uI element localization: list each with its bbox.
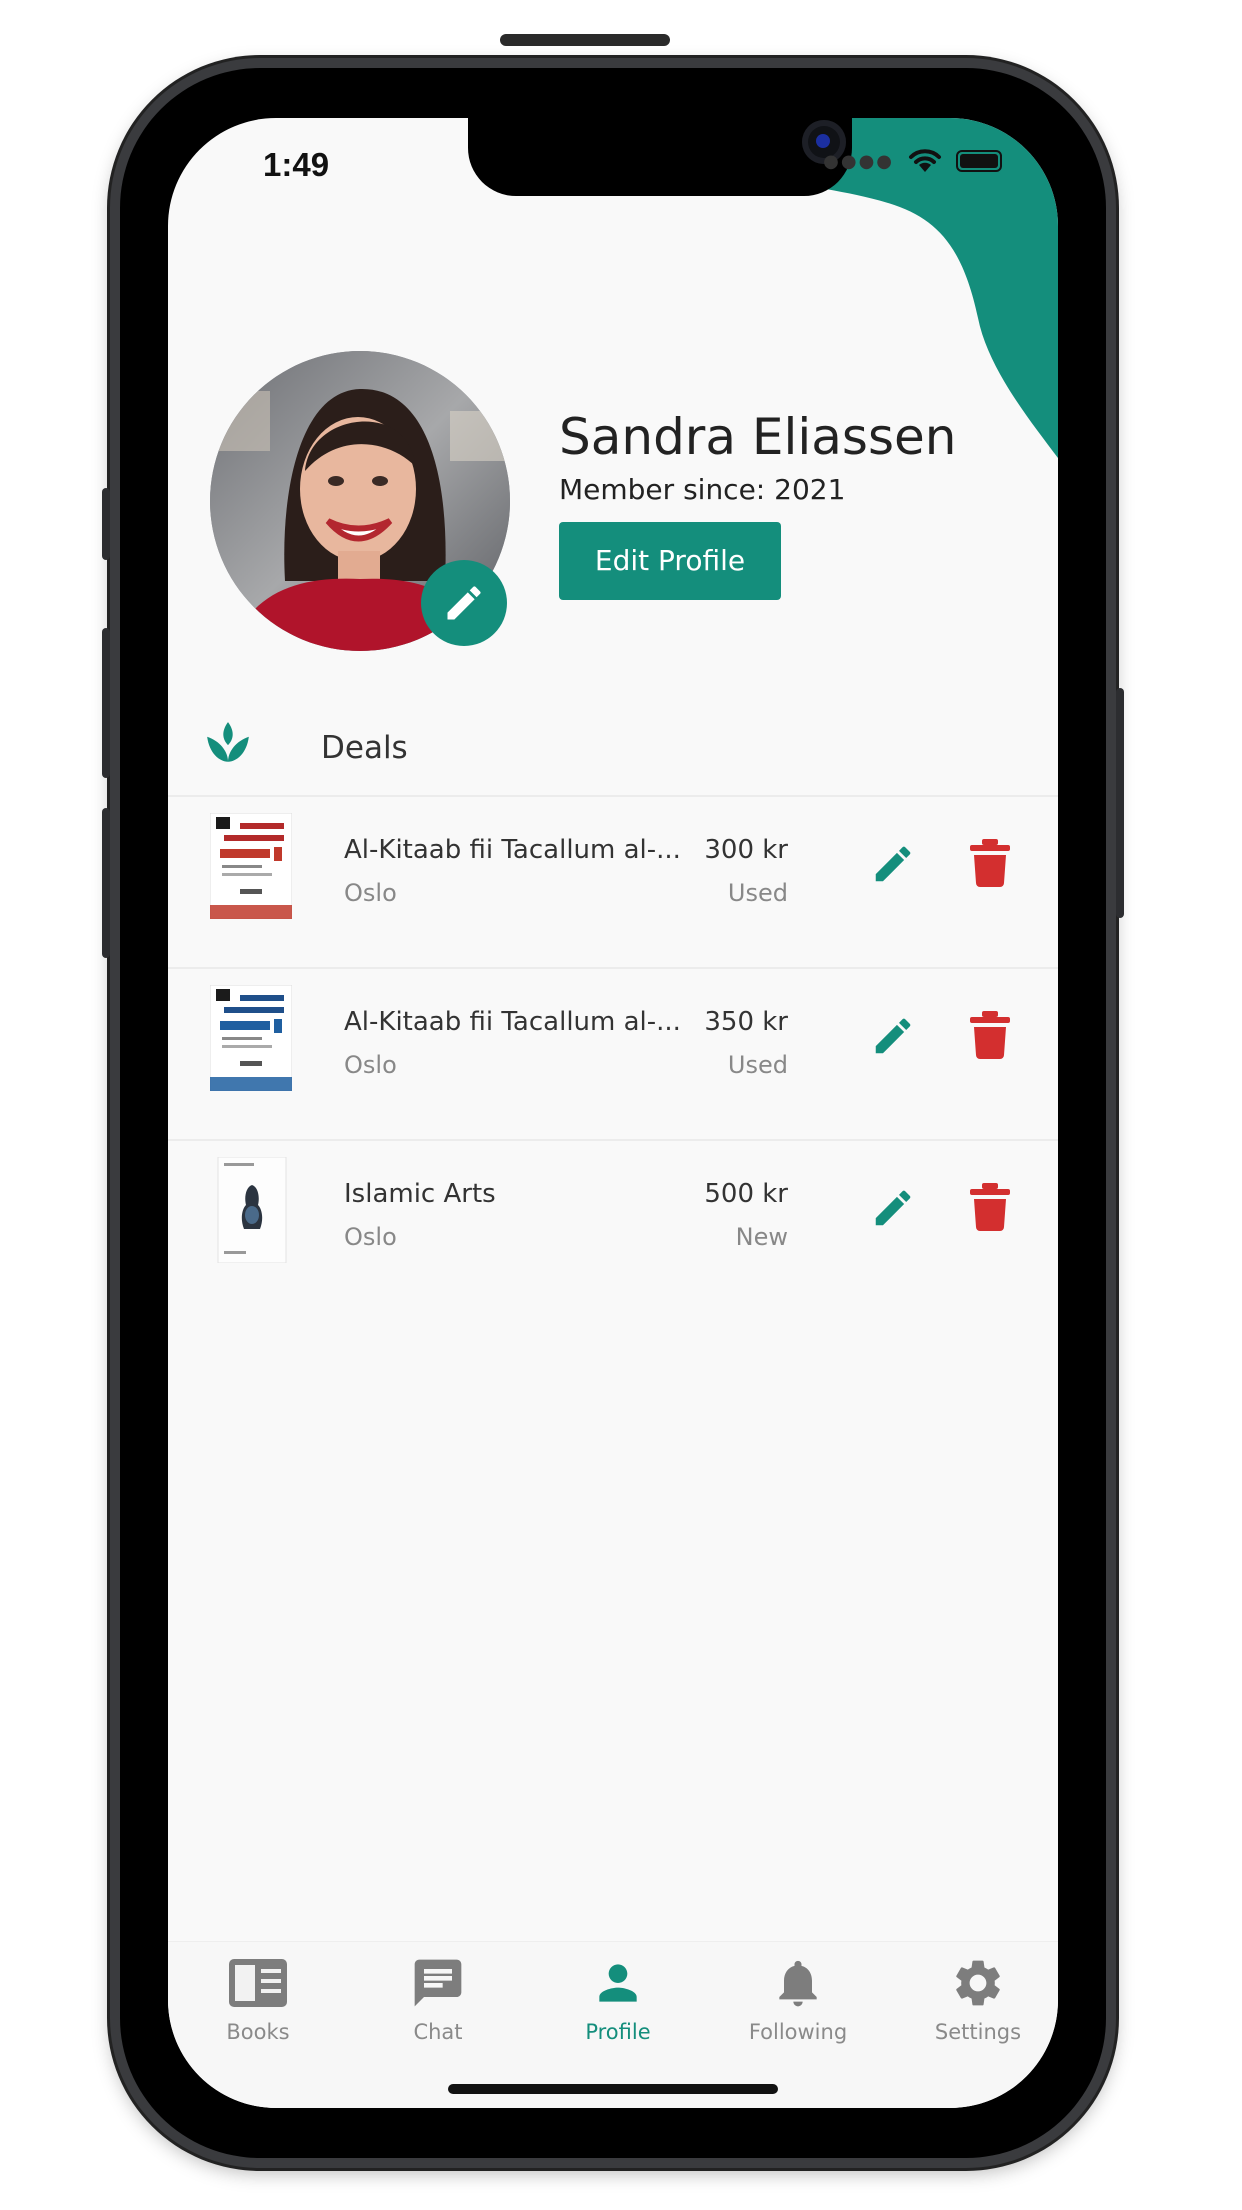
- book-icon: [229, 1959, 287, 2007]
- power-button: [1116, 688, 1124, 918]
- chat-icon: [414, 1959, 462, 2007]
- mute-switch: [102, 488, 110, 560]
- delete-trash-icon[interactable]: [970, 1011, 1010, 1059]
- battery-icon: [956, 150, 1002, 172]
- phone-frame: 1:49 ●●●● Sandra Eliassen Member since: …: [102, 34, 1124, 2168]
- notch: [468, 118, 852, 196]
- book-cover-thumbnail: [210, 813, 292, 919]
- edit-profile-button[interactable]: Edit Profile: [559, 522, 781, 600]
- deal-title: Al-Kitaab fii Tacallum al-...: [344, 1007, 681, 1037]
- bottom-tab-bar: Books Chat Profile Following Settings: [168, 1941, 1058, 2108]
- signal-dots-icon: ●●●●: [823, 150, 894, 172]
- tab-settings[interactable]: Settings: [888, 1952, 1058, 2044]
- deal-condition: Used: [727, 879, 788, 907]
- deal-price: 350 kr: [704, 1007, 788, 1037]
- member-since: Member since: 2021: [559, 473, 846, 506]
- tab-label: Books: [226, 2020, 290, 2044]
- bezel: 1:49 ●●●● Sandra Eliassen Member since: …: [120, 34, 1106, 2158]
- screen: 1:49 ●●●● Sandra Eliassen Member since: …: [168, 118, 1058, 2108]
- wifi-icon: [909, 149, 941, 172]
- deals-header: Deals: [321, 730, 408, 766]
- pencil-icon: [447, 586, 481, 620]
- deal-location: Oslo: [344, 1223, 397, 1251]
- tab-label: Profile: [585, 2020, 651, 2044]
- profile-name: Sandra Eliassen: [559, 408, 957, 466]
- deal-list: Al-Kitaab fii Tacallum al-... Oslo 300 k…: [168, 795, 1058, 1311]
- avatar-edit-button[interactable]: [421, 560, 507, 646]
- tab-profile[interactable]: Profile: [528, 1952, 708, 2044]
- delete-trash-icon[interactable]: [970, 1183, 1010, 1231]
- volume-up-button: [102, 628, 110, 778]
- gear-icon: [956, 1960, 1000, 2006]
- deal-title: Islamic Arts: [344, 1179, 496, 1209]
- tab-books[interactable]: Books: [168, 1952, 348, 2044]
- tab-label: Settings: [934, 2020, 1022, 2044]
- tab-label: Chat: [413, 2020, 463, 2044]
- book-cover-thumbnail: [210, 985, 292, 1091]
- tab-label: Following: [748, 2020, 848, 2044]
- delete-trash-icon[interactable]: [970, 839, 1010, 887]
- speaker: [500, 34, 670, 46]
- deal-location: Oslo: [344, 879, 397, 907]
- tab-following[interactable]: Following: [708, 1952, 888, 2044]
- bell-icon: [779, 1960, 817, 2007]
- deal-condition: Used: [727, 1051, 788, 1079]
- edit-pencil-icon[interactable]: [870, 1185, 916, 1231]
- deal-row[interactable]: Al-Kitaab fii Tacallum al-... Oslo 350 k…: [168, 967, 1058, 1139]
- deal-row[interactable]: Al-Kitaab fii Tacallum al-... Oslo 300 k…: [168, 795, 1058, 967]
- status-icons: ●●●●: [823, 148, 1002, 174]
- deal-condition: New: [735, 1223, 788, 1251]
- home-indicator[interactable]: [448, 2084, 778, 2094]
- edit-pencil-icon[interactable]: [870, 841, 916, 887]
- volume-down-button: [102, 808, 110, 958]
- deal-price: 300 kr: [704, 835, 788, 865]
- edit-pencil-icon[interactable]: [870, 1013, 916, 1059]
- person-icon: [599, 1964, 637, 2002]
- book-cover-thumbnail: [217, 1157, 287, 1263]
- status-time: 1:49: [263, 146, 330, 183]
- tab-chat[interactable]: Chat: [348, 1952, 528, 2044]
- deal-price: 500 kr: [704, 1179, 788, 1209]
- deal-title: Al-Kitaab fii Tacallum al-...: [344, 835, 681, 865]
- deal-row[interactable]: Islamic Arts Oslo 500 kr New: [168, 1139, 1058, 1311]
- spa-leaf-icon: [207, 722, 249, 762]
- deal-location: Oslo: [344, 1051, 397, 1079]
